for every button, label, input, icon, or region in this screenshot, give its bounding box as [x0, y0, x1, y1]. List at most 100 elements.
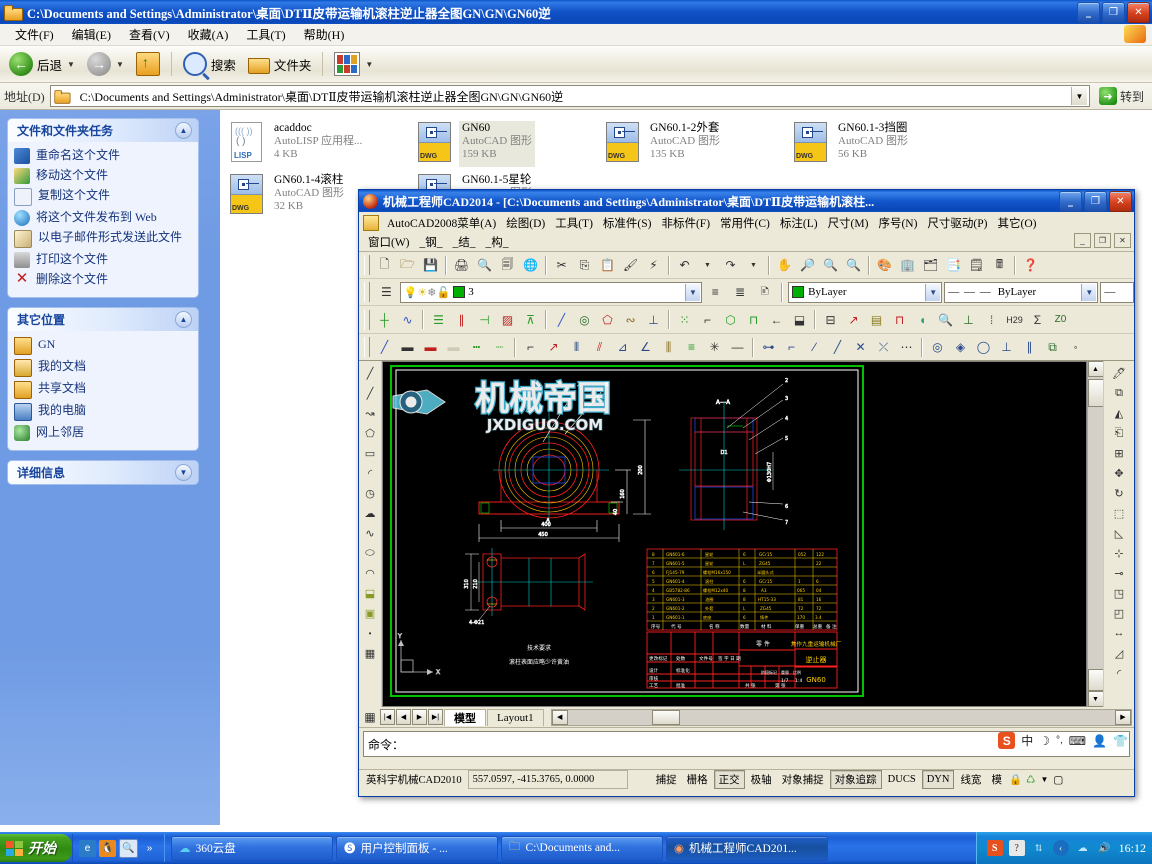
- arc-tool-icon[interactable]: ◜: [360, 463, 380, 483]
- redo-dropdown-icon[interactable]: ▼: [743, 255, 764, 276]
- hscroll-thumb[interactable]: [652, 710, 680, 725]
- list-item[interactable]: ((( ))( )LISP acaddoc AutoLISP 应用程... 4 …: [226, 118, 414, 170]
- cad-menu-nonstandard-parts[interactable]: 非标件(F): [656, 214, 715, 232]
- none-snap-icon[interactable]: ∘: [1065, 337, 1086, 358]
- chamfer-icon[interactable]: ◿: [1109, 643, 1129, 663]
- segment-icon[interactable]: ╱: [827, 337, 848, 358]
- circle-tool-icon[interactable]: ◷: [360, 483, 380, 503]
- hatch-icon[interactable]: ▨: [497, 309, 518, 330]
- status-toggle-polar[interactable]: 极轴: [747, 771, 776, 788]
- menu-help[interactable]: 帮助(H): [295, 24, 354, 45]
- parallel-snap-icon[interactable]: ∥: [1019, 337, 1040, 358]
- sidebar-item-print[interactable]: 打印这个文件: [14, 250, 192, 270]
- sidebar-item-gn[interactable]: GN: [14, 335, 192, 357]
- thread-icon[interactable]: ☰: [428, 309, 449, 330]
- status-toggle-otrack[interactable]: 对象追踪: [830, 770, 882, 789]
- move-icon[interactable]: ✥: [1109, 463, 1129, 483]
- tab-model[interactable]: 模型: [444, 709, 486, 726]
- updown-icon[interactable]: ⇅: [1031, 840, 1047, 856]
- thick-line-icon[interactable]: ▬: [397, 337, 418, 358]
- views-button[interactable]: ▼: [329, 48, 378, 80]
- sidebar-item-publish-web[interactable]: 将这个文件发布到 Web: [14, 208, 192, 228]
- layer-combo[interactable]: 💡☀❄ 🔓 3 ▼: [400, 282, 702, 303]
- skin-icon[interactable]: 👕: [1113, 734, 1128, 748]
- rotate-icon[interactable]: ↻: [1109, 483, 1129, 503]
- insert-snap-icon[interactable]: ⧉: [1042, 337, 1063, 358]
- spline-icon[interactable]: ∿: [397, 309, 418, 330]
- toolbar-grip[interactable]: [364, 337, 370, 357]
- show-hidden-icon[interactable]: ‹: [1053, 840, 1069, 856]
- match-properties-icon[interactable]: 🖌: [620, 255, 641, 276]
- angle-bracket-icon[interactable]: ⊿: [612, 337, 633, 358]
- sidebar-item-move[interactable]: 移动这个文件: [14, 166, 192, 186]
- pan-icon[interactable]: ✋: [774, 255, 795, 276]
- phantom-line-icon[interactable]: ┈: [489, 337, 510, 358]
- roundness-icon[interactable]: ◖: [912, 309, 933, 330]
- calculator-icon[interactable]: 🖩: [989, 255, 1010, 276]
- cad-menu-annotation[interactable]: 标注(L): [775, 214, 823, 232]
- layer-manager-icon[interactable]: ☰: [376, 282, 397, 303]
- rectangle-tool-icon[interactable]: ▭: [360, 443, 380, 463]
- stack-icon[interactable]: ▤: [866, 309, 887, 330]
- wave-icon[interactable]: ∾: [620, 309, 641, 330]
- properties-icon[interactable]: 🎨: [874, 255, 895, 276]
- trim-icon[interactable]: ⊹: [1109, 543, 1129, 563]
- insert-center-icon[interactable]: ⁙: [674, 309, 695, 330]
- text-height-icon[interactable]: H29: [1004, 309, 1025, 330]
- sidebar-item-my-documents[interactable]: 我的文档: [14, 357, 192, 379]
- layer-dropdown-icon[interactable]: ▼: [685, 284, 700, 301]
- prev-tab-button[interactable]: ◀: [396, 709, 411, 725]
- cad-menu-standard-parts[interactable]: 标准件(S): [598, 214, 657, 232]
- arc-node-icon[interactable]: ∕: [804, 337, 825, 358]
- ucs-icon[interactable]: ▦: [362, 709, 378, 725]
- cad-menu-frame[interactable]: _构_: [481, 233, 514, 251]
- array-icon[interactable]: ⊞: [1109, 443, 1129, 463]
- perpendicular-icon[interactable]: ⊣: [474, 309, 495, 330]
- status-toggle-snap[interactable]: 捕捉: [652, 771, 681, 788]
- status-toggle-ortho[interactable]: 正交: [714, 770, 745, 789]
- last-tab-button[interactable]: ▶|: [428, 709, 443, 725]
- network-icon[interactable]: ☁: [1075, 840, 1091, 856]
- minimize-button[interactable]: _: [1077, 2, 1100, 23]
- thread-hatch-icon[interactable]: ⫼: [658, 337, 679, 358]
- erase-icon[interactable]: 🖊: [1109, 363, 1129, 383]
- chevron-down-icon-views[interactable]: ▼: [365, 60, 373, 69]
- punctuation-icon[interactable]: °,: [1056, 735, 1063, 746]
- arrow-left-icon[interactable]: ←: [766, 309, 787, 330]
- list-item[interactable]: DWG GN60.1-3挡圈 AutoCAD 图形 56 KB: [790, 118, 978, 170]
- copy-object-icon[interactable]: ⧉: [1109, 383, 1129, 403]
- center-snap-icon[interactable]: ◎: [927, 337, 948, 358]
- red-line-icon[interactable]: ▬: [420, 337, 441, 358]
- quadrant-snap-icon[interactable]: ◈: [950, 337, 971, 358]
- cad-menu-common-parts[interactable]: 常用件(C): [715, 214, 775, 232]
- asterisk-icon[interactable]: ✳: [704, 337, 725, 358]
- make-block-icon[interactable]: ▣: [360, 603, 380, 623]
- ray-tool-icon[interactable]: ╱: [360, 383, 380, 403]
- sogou-icon[interactable]: S: [998, 732, 1015, 749]
- z0-icon[interactable]: Z0: [1050, 309, 1071, 330]
- status-screen-icon[interactable]: ▢: [1053, 774, 1063, 786]
- go-button[interactable]: ➜ 转到: [1095, 87, 1148, 105]
- sidebar-item-copy[interactable]: 复制这个文件: [14, 186, 192, 208]
- grid-array-icon[interactable]: ⁞: [981, 309, 1002, 330]
- clock[interactable]: 16:12: [1119, 841, 1146, 856]
- center-dash-icon[interactable]: ┅: [466, 337, 487, 358]
- status-dropdown-icon[interactable]: ▼: [1040, 775, 1048, 784]
- tangent-snap-icon[interactable]: ◯: [973, 337, 994, 358]
- stretch-icon[interactable]: ◺: [1109, 523, 1129, 543]
- block-editor-icon[interactable]: ⚡: [643, 255, 664, 276]
- canvas-horizontal-scrollbar[interactable]: ◀ ▶: [551, 709, 1132, 726]
- status-lock-icon[interactable]: 🔒: [1009, 773, 1022, 786]
- minus-icon[interactable]: —: [727, 337, 748, 358]
- cad-menu-autocad2008[interactable]: AutoCAD2008菜单(A): [382, 214, 501, 232]
- expand-icon[interactable]: ▼: [175, 464, 192, 481]
- sidebar-item-rename[interactable]: 重命名这个文件: [14, 146, 192, 166]
- sogou-icon[interactable]: S: [987, 840, 1003, 856]
- mdi-minimize-button[interactable]: _: [1074, 233, 1091, 248]
- search-icon[interactable]: 🔍: [119, 839, 138, 858]
- mdi-restore-button[interactable]: ❐: [1094, 233, 1111, 248]
- status-refresh-icon[interactable]: ♺: [1026, 774, 1035, 786]
- leader-red-icon[interactable]: ↗: [543, 337, 564, 358]
- cad-menu-struct[interactable]: _结_: [448, 233, 481, 251]
- cad-maximize-button[interactable]: ❐: [1084, 191, 1107, 212]
